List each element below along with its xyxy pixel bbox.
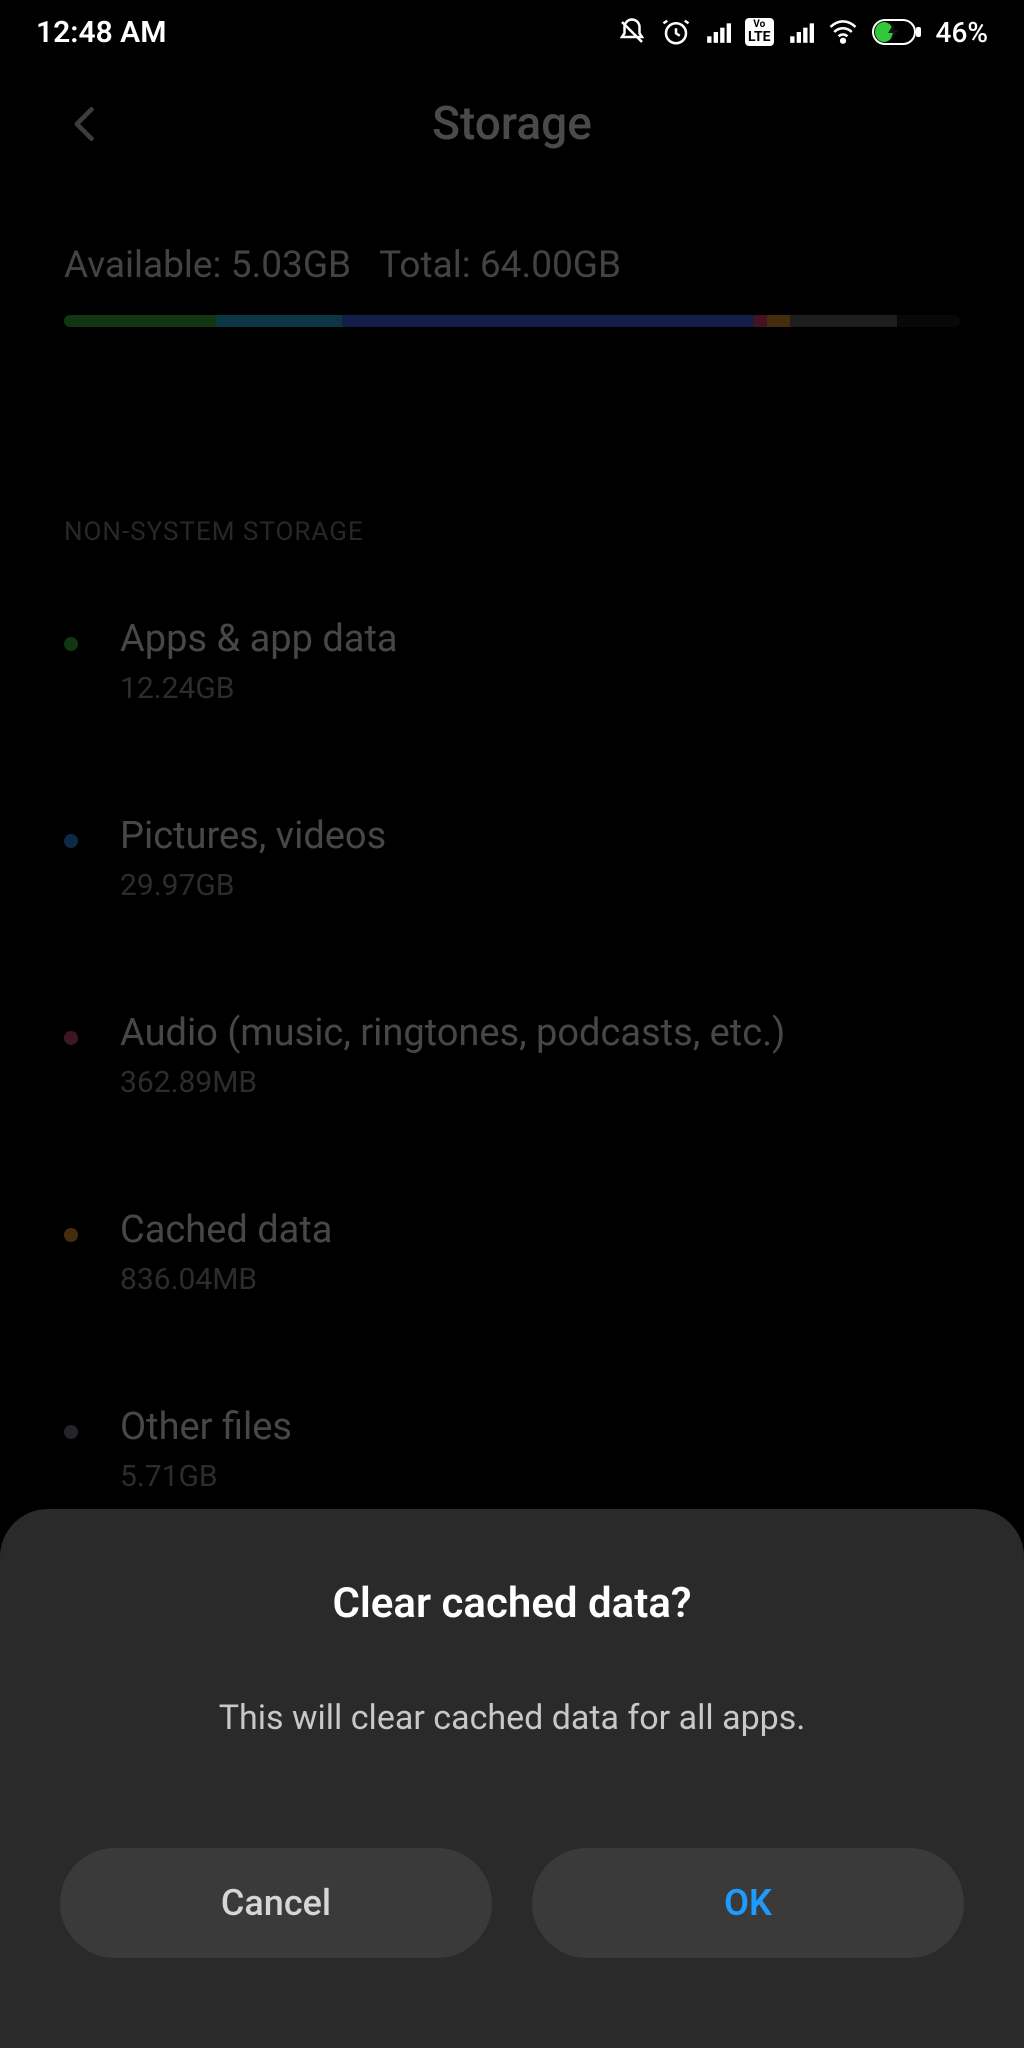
category-label: Pictures, videos [120, 814, 386, 858]
category-dot-icon [64, 637, 78, 651]
dialog-title: Clear cached data? [60, 1579, 964, 1628]
category-size: 836.04MB [120, 1262, 332, 1297]
storage-bar-segment [754, 315, 767, 327]
category-item[interactable]: Pictures, videos 29.97GB [64, 814, 960, 903]
dialog-message: This will clear cached data for all apps… [60, 1698, 964, 1738]
category-item[interactable]: Audio (music, ringtones, podcasts, etc.)… [64, 1011, 960, 1100]
status-time: 12:48 AM [36, 15, 166, 50]
category-size: 29.97GB [120, 868, 386, 903]
category-item[interactable]: Cached data 836.04MB [64, 1208, 960, 1297]
status-bar: 12:48 AM VoLTE [0, 0, 1024, 64]
category-dot-icon [64, 1228, 78, 1242]
storage-usage-bar [64, 315, 960, 327]
status-right: VoLTE 46% [617, 16, 988, 49]
category-dot-icon [64, 1425, 78, 1439]
signal-2-icon [788, 19, 814, 45]
storage-bar-segment [897, 315, 960, 327]
ok-button[interactable]: OK [532, 1848, 964, 1958]
storage-bar-segment [216, 315, 341, 327]
storage-bar-segment [767, 315, 789, 327]
category-dot-icon [64, 1031, 78, 1045]
clear-cache-dialog: Clear cached data? This will clear cache… [0, 1509, 1024, 2048]
category-dot-icon [64, 834, 78, 848]
back-button[interactable] [64, 102, 108, 146]
page-header: Storage [64, 64, 960, 184]
chevron-left-icon [64, 102, 108, 146]
signal-1-icon [705, 19, 731, 45]
page-title: Storage [432, 97, 592, 151]
battery-charging-icon [872, 19, 922, 45]
storage-bar-segment [790, 315, 898, 327]
storage-bar-segment [342, 315, 754, 327]
wifi-icon [828, 17, 858, 47]
category-size: 362.89MB [120, 1065, 785, 1100]
storage-summary: Available: 5.03GB Total: 64.00GB [64, 244, 960, 327]
cancel-button[interactable]: Cancel [60, 1848, 492, 1958]
storage-bar-segment [64, 315, 216, 327]
category-label: Audio (music, ringtones, podcasts, etc.) [120, 1011, 785, 1055]
category-label: Cached data [120, 1208, 332, 1252]
notifications-muted-icon [617, 17, 647, 47]
volte-icon: VoLTE [745, 18, 774, 46]
total-label: Total: 64.00GB [379, 244, 621, 287]
section-title: NON-SYSTEM STORAGE [64, 517, 960, 547]
category-size: 5.71GB [120, 1459, 292, 1494]
battery-percentage: 46% [936, 16, 988, 49]
category-label: Apps & app data [120, 617, 398, 661]
available-label: Available: 5.03GB [64, 244, 351, 287]
category-item[interactable]: Apps & app data 12.24GB [64, 617, 960, 706]
category-label: Other files [120, 1405, 292, 1449]
category-list: Apps & app data 12.24GB Pictures, videos 29… [64, 617, 960, 1494]
alarm-icon [661, 17, 691, 47]
category-size: 12.24GB [120, 671, 398, 706]
category-item[interactable]: Other files 5.71GB [64, 1405, 960, 1494]
